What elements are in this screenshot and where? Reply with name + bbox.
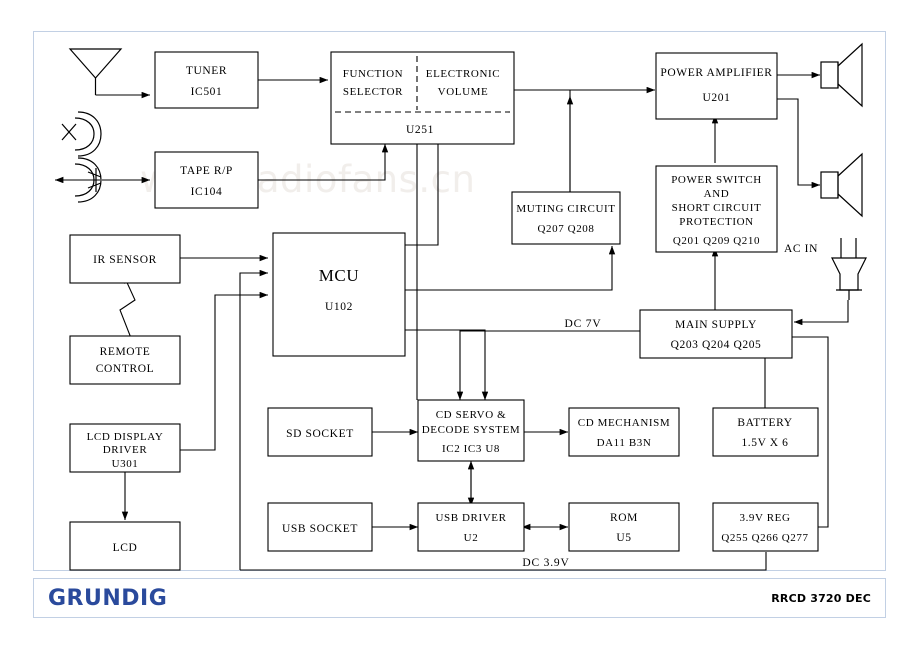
wire-mcu-muting <box>405 245 616 291</box>
block-power-amplifier-line1: POWER AMPLIFIER <box>660 67 772 79</box>
speaker-icon-top <box>820 42 863 108</box>
block-usb-socket-label: USB SOCKET <box>282 523 358 535</box>
block-lcd-driver-line2: DRIVER <box>103 444 148 456</box>
block-main-supply-line2: Q203 Q204 Q205 <box>671 339 762 351</box>
block-mcu-line2: U102 <box>325 301 353 313</box>
block-power-switch-line1: POWER SWITCH <box>671 174 762 186</box>
block-muting-line2: Q207 Q208 <box>537 223 594 235</box>
block-ir-sensor[interactable]: IR SENSOR <box>69 234 181 284</box>
block-cd-mechanism-line1: CD MECHANISM <box>578 417 670 429</box>
wire-tape-selector <box>258 143 389 181</box>
block-power-switch-line5: Q201 Q209 Q210 <box>673 235 760 247</box>
rail-dc7v-label: DC 7V <box>565 318 602 330</box>
block-cd-servo-line1: CD SERVO & <box>436 409 507 421</box>
block-power-switch-line2: AND <box>704 188 730 200</box>
ir-lightning-icon <box>119 275 136 339</box>
block-battery-line1: BATTERY <box>737 417 792 429</box>
block-lcd-display-driver[interactable]: LCD DISPLAY DRIVER U301 <box>69 423 181 473</box>
block-lcd-driver-line1: LCD DISPLAY <box>87 431 164 443</box>
block-power-switch-line4: PROTECTION <box>679 216 753 228</box>
block-ir-sensor-label: IR SENSOR <box>93 254 157 266</box>
block-cd-mechanism-line2: DA11 B3N <box>597 437 652 449</box>
block-function-selector-line1: FUNCTION <box>343 68 403 80</box>
block-battery-line2: 1.5V X 6 <box>741 437 788 449</box>
block-tuner-line1: TUNER <box>186 65 227 77</box>
block-u251-label: U251 <box>406 124 434 136</box>
ac-in-label: AC IN <box>784 243 818 255</box>
block-mcu[interactable]: MCU U102 <box>272 232 406 357</box>
wire-dc39v-rail <box>240 552 767 571</box>
block-function-volume-u251[interactable]: FUNCTION SELECTOR ELECTRONIC VOLUME U251 <box>330 51 515 145</box>
block-power-amplifier[interactable]: POWER AMPLIFIER U201 <box>655 52 778 120</box>
block-rom[interactable]: ROM U5 <box>568 502 680 552</box>
tape-head-record-icon <box>61 111 102 157</box>
block-electronic-volume-line2: VOLUME <box>438 86 489 98</box>
block-voltage-regulator[interactable]: 3.9V REG Q255 Q266 Q277 <box>712 502 819 552</box>
block-sd-socket-label: SD SOCKET <box>286 428 354 440</box>
block-rom-line2: U5 <box>616 532 631 544</box>
page-canvas: www.radiofans.cn TUNER IC501 TAPE R/P IC… <box>0 0 920 651</box>
block-cd-servo-line3: IC2 IC3 U8 <box>442 443 500 455</box>
block-power-switch-line3: SHORT CIRCUIT <box>672 202 762 214</box>
block-sd-socket[interactable]: SD SOCKET <box>267 407 373 457</box>
block-tuner[interactable]: TUNER IC501 <box>154 51 259 109</box>
block-cd-servo-line2: DECODE SYSTEM <box>422 424 521 436</box>
wire-lcddriver-mcu <box>180 291 269 451</box>
block-tape[interactable]: TAPE R/P IC104 <box>154 151 259 209</box>
block-tuner-line2: IC501 <box>191 86 223 98</box>
block-electronic-volume-line1: ELECTRONIC <box>426 68 500 80</box>
block-cd-servo-decode[interactable]: CD SERVO & DECODE SYSTEM IC2 IC3 U8 <box>417 399 525 462</box>
block-usb-driver-line2: U2 <box>464 532 479 544</box>
block-cd-mechanism[interactable]: CD MECHANISM DA11 B3N <box>568 407 680 457</box>
block-usb-driver[interactable]: USB DRIVER U2 <box>417 502 525 552</box>
wire-lowerbus-mcu <box>239 269 269 570</box>
block-tape-line2: IC104 <box>191 186 223 198</box>
block-power-amplifier-line2: U201 <box>703 92 731 104</box>
block-battery[interactable]: BATTERY 1.5V X 6 <box>712 407 819 457</box>
block-function-selector-line2: SELECTOR <box>343 86 403 98</box>
block-diagram: TUNER IC501 TAPE R/P IC104 FUNCTION SELE… <box>54 42 867 571</box>
rail-dc39v-label: DC 3.9V <box>522 557 569 569</box>
block-reg-line1: 3.9V REG <box>739 512 790 524</box>
antenna-icon <box>68 48 123 95</box>
speaker-icon-bottom <box>820 152 863 218</box>
block-main-supply[interactable]: MAIN SUPPLY Q203 Q204 Q205 <box>639 309 793 359</box>
block-mcu-line1: MCU <box>319 266 360 285</box>
block-main-supply-line1: MAIN SUPPLY <box>675 319 757 331</box>
block-muting-line1: MUTING CIRCUIT <box>516 203 615 215</box>
block-lcd-driver-line3: U301 <box>112 458 139 470</box>
ac-plug-icon <box>831 238 867 300</box>
block-lcd-label: LCD <box>113 542 138 554</box>
block-remote-control[interactable]: REMOTE CONTROL <box>69 335 181 385</box>
block-muting-circuit[interactable]: MUTING CIRCUIT Q207 Q208 <box>511 191 621 245</box>
wire-dc7v-cdservo <box>456 330 640 401</box>
block-reg-line2: Q255 Q266 Q277 <box>721 532 808 544</box>
wire-acin-mainsupply <box>793 300 849 326</box>
block-lcd[interactable]: LCD <box>69 521 181 571</box>
wire-amp-speaker-bottom <box>777 98 821 189</box>
block-remote-line2: CONTROL <box>96 363 155 375</box>
block-tape-line1: TAPE R/P <box>180 165 233 177</box>
block-usb-driver-line1: USB DRIVER <box>435 512 506 524</box>
block-power-switch-protection[interactable]: POWER SWITCH AND SHORT CIRCUIT PROTECTIO… <box>655 165 778 253</box>
block-rom-line1: ROM <box>610 512 638 524</box>
block-remote-line1: REMOTE <box>100 346 151 358</box>
block-usb-socket[interactable]: USB SOCKET <box>267 502 373 552</box>
